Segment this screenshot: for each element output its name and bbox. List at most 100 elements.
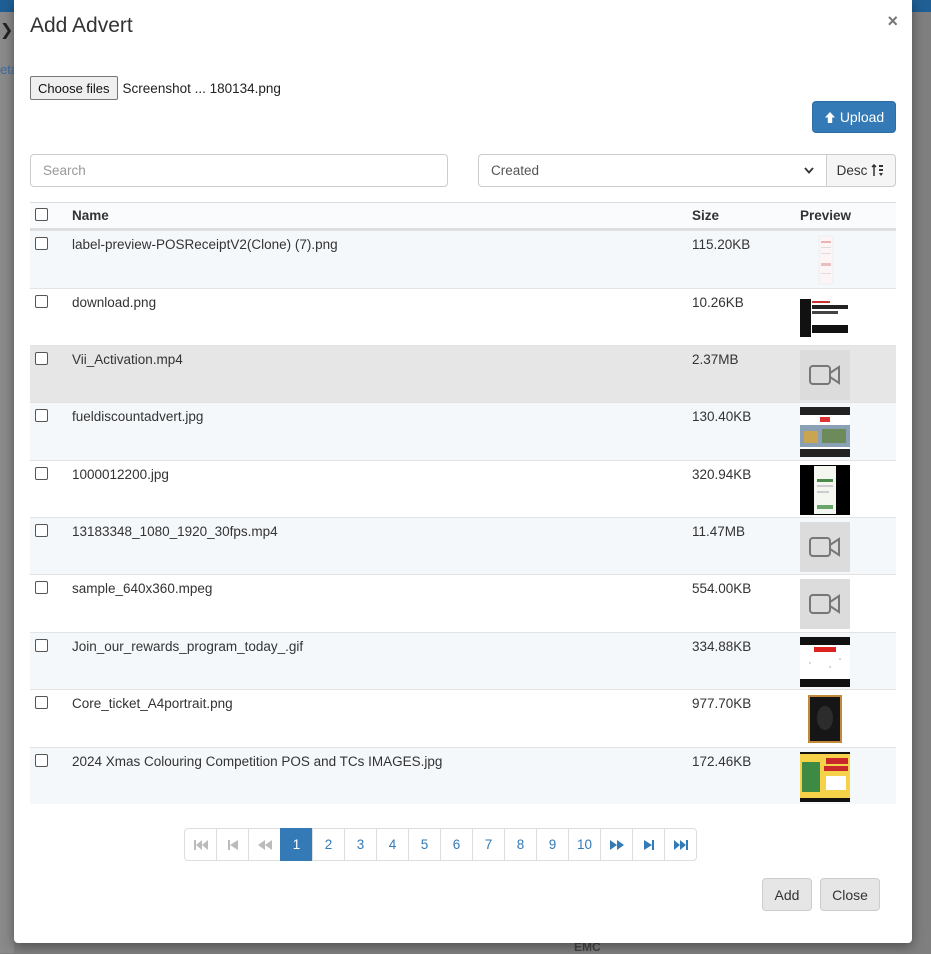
row-checkbox[interactable]	[35, 639, 48, 652]
next-page-button[interactable]	[632, 828, 666, 861]
table-row[interactable]: sample_640x360.mpeg 554.00KB	[30, 574, 896, 632]
last-page-button[interactable]	[664, 828, 698, 861]
rewards-preview-image	[800, 637, 850, 687]
table-row[interactable]: 13183348_1080_1920_30fps.mp4 11.47MB	[30, 517, 896, 574]
file-name: 2024 Xmas Colouring Competition POS and …	[72, 754, 443, 769]
file-name: sample_640x360.mpeg	[72, 581, 213, 596]
upload-label: Upload	[839, 109, 885, 125]
page-button-9[interactable]: 9	[536, 828, 569, 861]
file-size: 172.46KB	[692, 754, 752, 769]
first-page-icon	[193, 839, 208, 850]
video-camera-icon	[809, 365, 840, 385]
rewind-button[interactable]	[248, 828, 281, 861]
table-row[interactable]: download.png 10.26KB	[30, 288, 896, 345]
ticket-preview-image	[808, 695, 842, 743]
forward-icon	[609, 839, 624, 850]
sort-field-value: Created	[491, 163, 540, 178]
sort-order-label: Desc	[836, 163, 868, 178]
choose-files-button[interactable]: Choose files	[30, 76, 118, 100]
video-preview	[800, 522, 850, 572]
file-name: fueldiscountadvert.jpg	[72, 409, 204, 424]
file-size: 11.47MB	[692, 524, 746, 539]
sort-field-select[interactable]: Created	[478, 154, 827, 187]
search-input[interactable]	[30, 154, 448, 187]
page-button-4[interactable]: 4	[376, 828, 409, 861]
table-header: Name Size Preview	[30, 202, 896, 230]
table-row[interactable]: Join_our_rewards_program_today_.gif 334.…	[30, 632, 896, 689]
video-camera-icon	[809, 537, 840, 557]
previous-page-button[interactable]	[216, 828, 249, 861]
step-forward-icon	[643, 839, 654, 850]
header-size: Size	[692, 208, 720, 223]
arrow-up-icon	[824, 111, 835, 123]
header-name: Name	[72, 208, 109, 223]
file-size: 10.26KB	[692, 295, 744, 310]
fast-forward-button[interactable]	[600, 828, 634, 861]
file-name: download.png	[72, 295, 157, 310]
file-name: Vii_Activation.mp4	[72, 352, 183, 367]
xmas-competition-preview-image	[800, 752, 850, 802]
file-size: 2.37MB	[692, 352, 739, 367]
file-size: 130.40KB	[692, 409, 752, 424]
backward-icon	[257, 839, 272, 850]
last-page-icon	[673, 839, 688, 850]
row-checkbox[interactable]	[35, 696, 48, 709]
receipt-preview-image	[818, 235, 834, 285]
row-checkbox[interactable]	[35, 352, 48, 365]
sort-order-button[interactable]: Desc	[826, 154, 896, 187]
table-row[interactable]: Vii_Activation.mp4 2.37MB	[30, 345, 896, 402]
sort-icon	[871, 164, 884, 176]
file-name: 1000012200.jpg	[72, 467, 169, 482]
header-preview: Preview	[800, 208, 852, 223]
video-camera-icon	[809, 594, 840, 614]
file-chooser: Choose files Screenshot ... 180134.png	[30, 76, 281, 100]
first-page-button[interactable]	[184, 828, 217, 861]
files-table: Name Size Preview label-preview-POSRecei…	[30, 202, 896, 804]
table-row[interactable]: 1000012200.jpg 320.94KB	[30, 460, 896, 517]
row-checkbox[interactable]	[35, 409, 48, 422]
price-preview-image	[800, 299, 850, 337]
page-button-3[interactable]: 3	[344, 828, 377, 861]
close-icon[interactable]: ×	[887, 11, 898, 32]
table-row[interactable]: 2024 Xmas Colouring Competition POS and …	[30, 747, 896, 804]
file-size: 320.94KB	[692, 467, 752, 482]
page-button-8[interactable]: 8	[504, 828, 537, 861]
file-size: 977.70KB	[692, 696, 752, 711]
page-button-1[interactable]: 1	[280, 828, 313, 861]
page-button-2[interactable]: 2	[312, 828, 345, 861]
chevron-right-icon: ❯	[0, 22, 14, 39]
file-size: 554.00KB	[692, 581, 752, 596]
page-button-7[interactable]: 7	[472, 828, 505, 861]
row-checkbox[interactable]	[35, 524, 48, 537]
file-size: 334.88KB	[692, 639, 752, 654]
phone-screenshot-preview-image	[800, 465, 850, 515]
row-checkbox[interactable]	[35, 237, 48, 250]
add-advert-modal: Add Advert × Choose files Screenshot ...…	[14, 0, 912, 943]
row-checkbox[interactable]	[35, 581, 48, 594]
step-backward-icon	[227, 839, 238, 850]
file-name: 13183348_1080_1920_30fps.mp4	[72, 524, 278, 539]
page-button-5[interactable]: 5	[408, 828, 441, 861]
pagination: 1 2 3 4 5 6 7 8 9 10	[184, 828, 698, 861]
app-background	[0, 12, 14, 953]
chevron-down-icon	[804, 167, 814, 174]
select-all-checkbox[interactable]	[35, 207, 48, 221]
table-row[interactable]: fueldiscountadvert.jpg 130.40KB	[30, 402, 896, 460]
row-checkbox[interactable]	[35, 754, 48, 767]
file-size: 115.20KB	[692, 237, 751, 252]
file-name: label-preview-POSReceiptV2(Clone) (7).pn…	[72, 237, 338, 252]
chosen-file-name: Screenshot ... 180134.png	[122, 80, 281, 96]
page-button-10[interactable]: 10	[568, 828, 602, 861]
file-name: Join_our_rewards_program_today_.gif	[72, 639, 304, 654]
modal-title: Add Advert	[30, 14, 133, 37]
video-preview	[800, 579, 850, 629]
video-preview	[800, 350, 850, 400]
page-button-6[interactable]: 6	[440, 828, 473, 861]
add-button[interactable]: Add	[762, 878, 812, 911]
row-checkbox[interactable]	[35, 295, 48, 308]
close-button[interactable]: Close	[820, 878, 880, 911]
table-row[interactable]: label-preview-POSReceiptV2(Clone) (7).pn…	[30, 230, 896, 288]
upload-button[interactable]: Upload	[812, 101, 896, 133]
row-checkbox[interactable]	[35, 467, 48, 480]
table-row[interactable]: Core_ticket_A4portrait.png 977.70KB	[30, 689, 896, 747]
